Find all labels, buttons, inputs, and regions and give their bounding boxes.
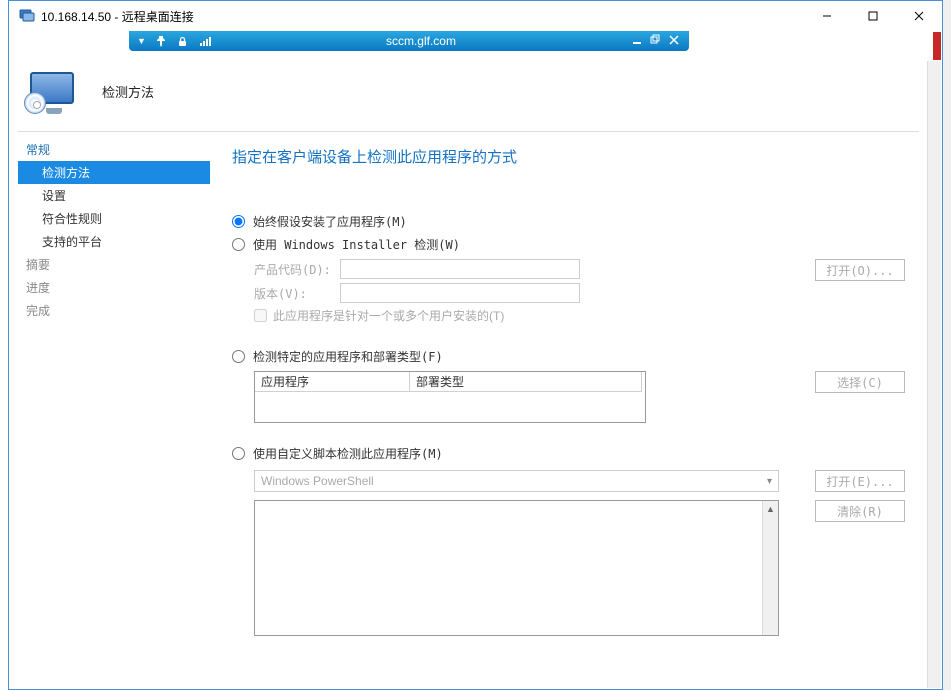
wizard-header-icon: [28, 66, 78, 116]
scroll-up-icon[interactable]: ▲: [763, 501, 778, 517]
script-scrollbar[interactable]: ▲: [762, 501, 778, 635]
pin-icon[interactable]: [154, 34, 168, 48]
wizard-nav: 常规检测方法设置符合性规则支持的平台摘要进度完成: [18, 132, 210, 688]
rdp-system-buttons: [804, 1, 942, 31]
nav-item[interactable]: 摘要: [18, 253, 210, 276]
nav-item[interactable]: 进度: [18, 276, 210, 299]
script-language-select: Windows PowerShell ▾: [254, 470, 779, 492]
rdp-icon: [19, 8, 35, 24]
conn-close-icon[interactable]: [669, 35, 679, 48]
opt-msi-radio[interactable]: [232, 238, 245, 251]
product-code-label: 产品代码(D):: [254, 261, 332, 278]
opt-appdep-label[interactable]: 检测特定的应用程序和部署类型(F): [253, 348, 443, 365]
maximize-button[interactable]: [850, 1, 896, 31]
col-app: 应用程序: [255, 372, 410, 392]
right-scrollbar[interactable]: [927, 61, 941, 688]
msi-open-button: 打开(O)...: [815, 259, 905, 281]
signal-icon: [198, 34, 212, 48]
product-code-input: [340, 259, 580, 279]
conn-bar-host: sccm.glf.com: [220, 34, 622, 48]
version-input: [340, 283, 580, 303]
per-user-label: 此应用程序是针对一个或多个用户安装的(T): [273, 307, 504, 324]
nav-item[interactable]: 支持的平台: [18, 230, 210, 253]
background-cropped-strip: [0, 0, 8, 690]
rdp-titlebar: 10.168.14.50 - 远程桌面连接: [9, 1, 942, 31]
opt-msi-row: 使用 Windows Installer 检测(W): [232, 236, 913, 253]
close-button[interactable]: [896, 1, 942, 31]
chevron-down-icon: ▾: [767, 476, 772, 487]
col-dep: 部署类型: [410, 372, 642, 392]
opt-always-installed-label[interactable]: 始终假设安装了应用程序(M): [253, 213, 407, 230]
version-label: 版本(V):: [254, 285, 332, 302]
opt-always-installed-row: 始终假设安装了应用程序(M): [232, 213, 913, 230]
appdep-listbox: 应用程序 部署类型: [254, 371, 646, 423]
script-open-button: 打开(E)...: [815, 470, 905, 492]
rdp-connection-bar[interactable]: ▼ sccm.glf.com: [129, 31, 689, 51]
opt-script-row: 使用自定义脚本检测此应用程序(M): [232, 445, 913, 462]
opt-script-radio[interactable]: [232, 447, 245, 460]
wizard-header: 检测方法: [18, 51, 919, 131]
nav-item[interactable]: 完成: [18, 299, 210, 322]
wizard-panel: 检测方法 常规检测方法设置符合性规则支持的平台摘要进度完成 指定在客户端设备上检…: [18, 51, 919, 688]
conn-restore-icon[interactable]: [650, 34, 661, 48]
opt-always-installed-radio[interactable]: [232, 215, 245, 228]
opt-script-label[interactable]: 使用自定义脚本检测此应用程序(M): [253, 445, 443, 462]
opt-appdep-radio[interactable]: [232, 350, 245, 363]
rdp-window: 10.168.14.50 - 远程桌面连接 ▼ sccm.glf.com: [8, 0, 943, 690]
appdep-select-button: 选择(C): [815, 371, 905, 393]
wizard-header-title: 检测方法: [102, 82, 154, 101]
wizard-content: 指定在客户端设备上检测此应用程序的方式 始终假设安装了应用程序(M) 使用 Wi…: [210, 132, 919, 688]
opt-msi-label[interactable]: 使用 Windows Installer 检测(W): [253, 236, 460, 253]
per-user-checkbox: [254, 309, 267, 322]
script-language-value: Windows PowerShell: [261, 474, 374, 488]
nav-item[interactable]: 设置: [18, 184, 210, 207]
conn-bar-left: ▼: [129, 34, 220, 48]
rdp-title: 10.168.14.50 - 远程桌面连接: [41, 8, 194, 25]
opt-msi-subpanel: 产品代码(D): 打开(O)... 版本(V): 此应用程序是针对一个或多个用户…: [254, 259, 913, 324]
nav-item[interactable]: 常规: [18, 138, 210, 161]
conn-minimize-icon[interactable]: [632, 35, 642, 48]
red-ribbon-strip: [933, 32, 941, 60]
conn-bar-right: [622, 34, 689, 48]
lock-icon: [176, 34, 190, 48]
nav-item[interactable]: 符合性规则: [18, 207, 210, 230]
nav-item[interactable]: 检测方法: [18, 161, 210, 184]
script-clear-button: 清除(R): [815, 500, 905, 522]
script-textbox: ▲: [254, 500, 779, 636]
opt-appdep-row: 检测特定的应用程序和部署类型(F): [232, 348, 913, 365]
minimize-button[interactable]: [804, 1, 850, 31]
wizard-body: 常规检测方法设置符合性规则支持的平台摘要进度完成 指定在客户端设备上检测此应用程…: [18, 131, 919, 688]
content-heading: 指定在客户端设备上检测此应用程序的方式: [232, 146, 913, 167]
